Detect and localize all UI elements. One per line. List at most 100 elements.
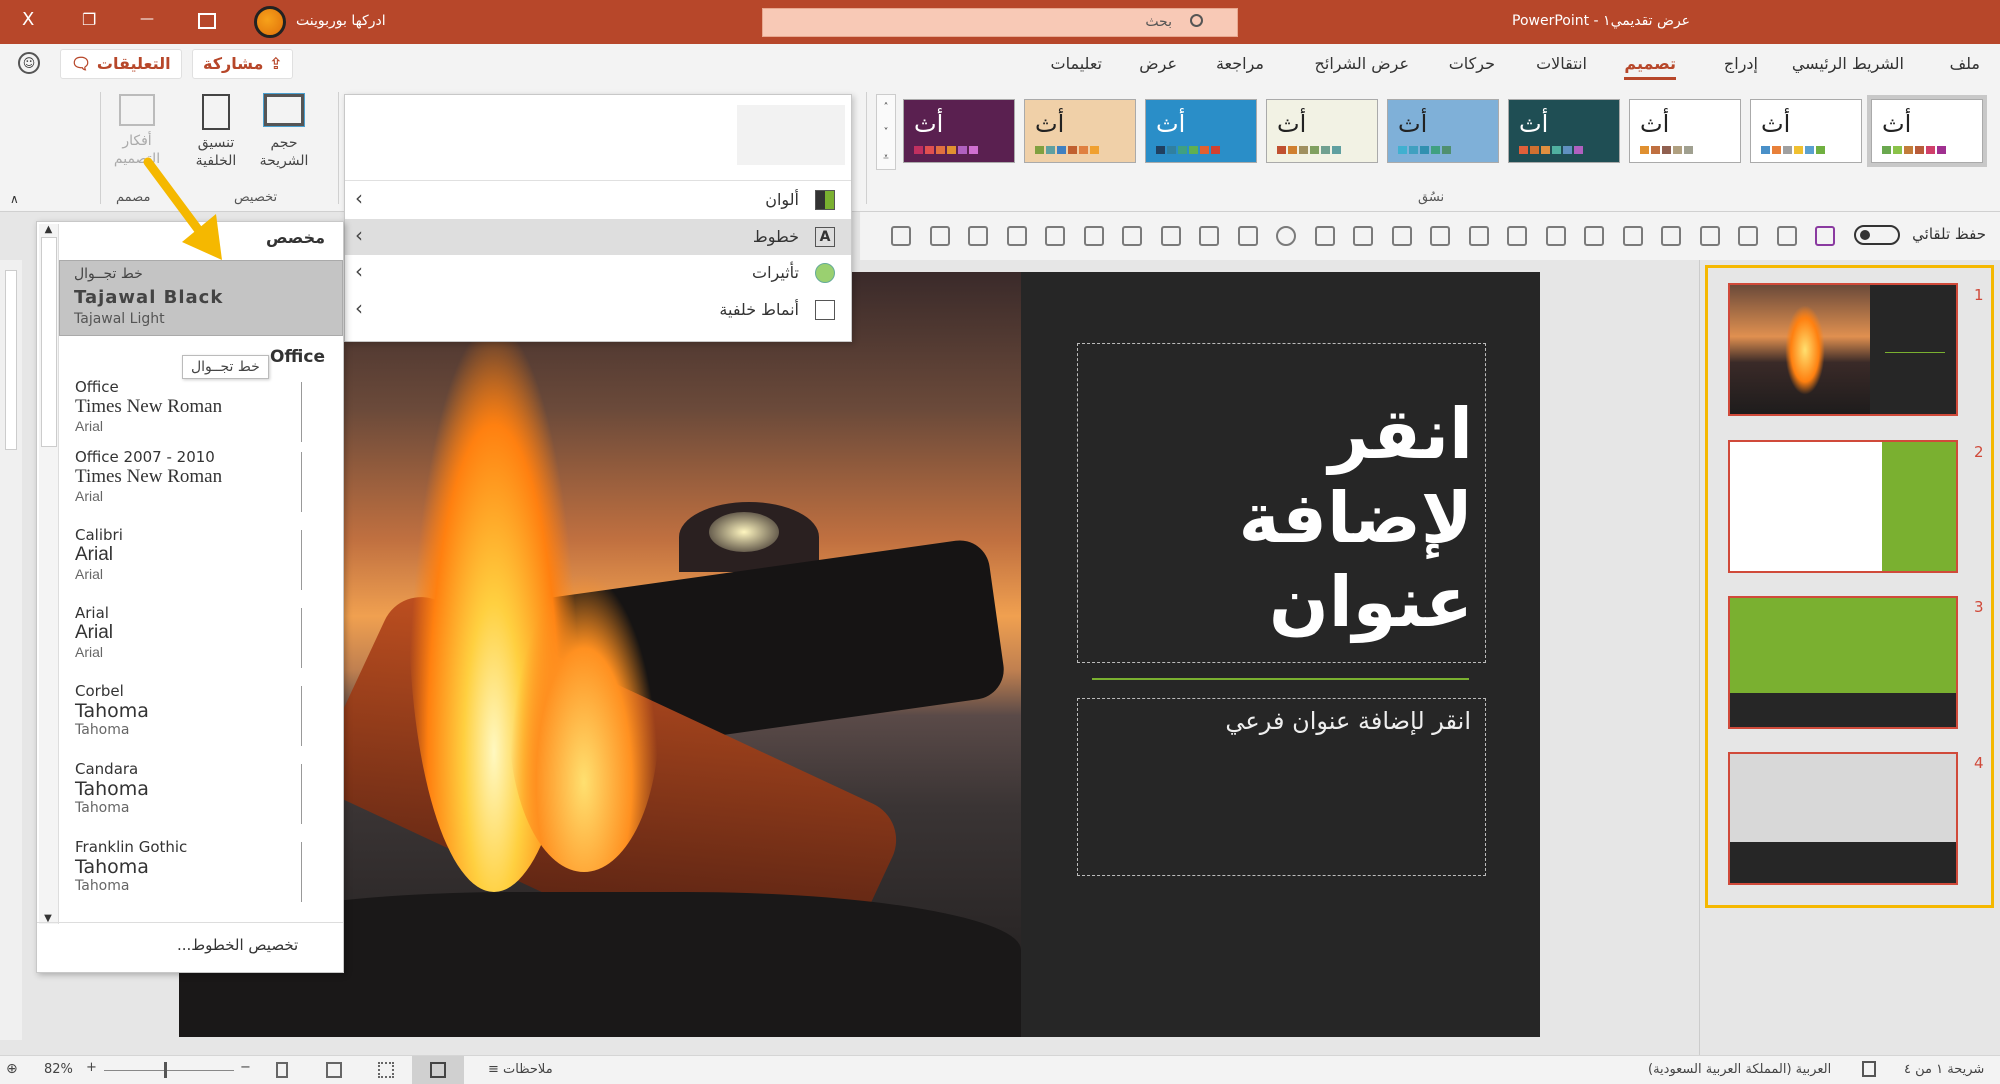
tab-review[interactable]: مراجعة xyxy=(1216,54,1264,73)
shapes-icon[interactable] xyxy=(1160,226,1181,246)
highlighter-icon[interactable] xyxy=(1045,226,1065,246)
comments-button[interactable]: التعليقات 🗨 xyxy=(60,49,182,79)
zoom-in-icon[interactable]: + xyxy=(86,1060,97,1075)
collapse-ribbon-icon[interactable]: ∧ xyxy=(10,192,19,206)
slide-size-button[interactable]: حجم الشريحة xyxy=(250,93,318,170)
send-backward-icon[interactable] xyxy=(1507,226,1527,246)
font-item[interactable]: Arial Arial Arial xyxy=(75,604,302,678)
reading-view-icon[interactable] xyxy=(326,1062,342,1078)
ribbon-display-icon[interactable] xyxy=(198,13,216,29)
close-button[interactable]: X xyxy=(22,9,34,30)
tab-view[interactable]: عرض xyxy=(1139,54,1177,73)
tab-help[interactable]: تعليمات xyxy=(1051,54,1102,73)
theme-thumbnail[interactable]: أث xyxy=(1145,99,1257,163)
scroll-up-icon[interactable]: ▲ xyxy=(39,224,58,235)
font-item[interactable]: Office 2007 - 2010 Times New Roman Arial xyxy=(75,448,302,522)
tab-slideshow[interactable]: عرض الشرائح xyxy=(1315,54,1409,73)
rectangle-icon[interactable] xyxy=(1237,226,1258,246)
scrollbar-thumb[interactable] xyxy=(40,237,57,447)
font-item[interactable]: Franklin Gothic Tahoma Tahoma xyxy=(75,838,302,912)
zoom-slider[interactable] xyxy=(104,1070,234,1071)
insert-icon[interactable] xyxy=(929,226,950,246)
color-swatch xyxy=(1068,146,1077,154)
theme-thumbnail[interactable]: أث xyxy=(1024,99,1136,163)
feedback-smiley-icon[interactable]: ☺ xyxy=(18,52,40,74)
menu-item-colors[interactable]: ‹ ألوان xyxy=(345,182,851,218)
theme-thumbnail[interactable]: أث xyxy=(1750,99,1862,163)
gallery-scroll[interactable]: ˄ ˅ ⩡ xyxy=(876,94,896,170)
slide-thumbnail-1[interactable] xyxy=(1728,283,1958,416)
theme-thumbnail[interactable]: أث xyxy=(1867,95,1987,167)
avatar[interactable] xyxy=(254,6,286,38)
autosave-toggle[interactable] xyxy=(1854,225,1900,245)
slide-canvas[interactable]: انقر لإضافة عنوان انقر لإضافة عنوان فرعي xyxy=(179,272,1540,1037)
fonts-scrollbar[interactable]: ▲ ▼ xyxy=(39,224,59,924)
slide-thumbnail-2[interactable] xyxy=(1728,440,1958,573)
theme-thumbnail[interactable]: أث xyxy=(1508,99,1620,163)
eraser-icon[interactable] xyxy=(1122,226,1142,246)
save-icon[interactable] xyxy=(1815,226,1835,246)
pencil-icon[interactable] xyxy=(1006,226,1027,246)
normal-view-button[interactable] xyxy=(412,1056,464,1084)
format-painter-icon[interactable] xyxy=(1622,226,1643,246)
oval-icon[interactable] xyxy=(1276,226,1296,246)
picture-icon[interactable] xyxy=(1430,226,1450,246)
theme-thumbnail[interactable]: أث xyxy=(1266,99,1378,163)
fit-slide-icon[interactable]: ⊕ xyxy=(6,1061,18,1077)
textbox-icon[interactable] xyxy=(1353,226,1373,246)
accessibility-icon[interactable] xyxy=(1862,1061,1876,1077)
zoom-out-icon[interactable]: − xyxy=(240,1060,251,1075)
tab-animations[interactable]: حركات xyxy=(1449,54,1495,73)
slide-sorter-icon[interactable] xyxy=(378,1062,394,1078)
duplicate-icon[interactable] xyxy=(1468,226,1489,246)
group-icon[interactable] xyxy=(1584,226,1604,246)
scroll-down-icon[interactable]: ˅ xyxy=(877,120,895,145)
bring-forward-icon[interactable] xyxy=(1545,226,1566,246)
minimize-button[interactable]: — xyxy=(140,11,154,27)
notes-button[interactable]: ملاحظات ≡ xyxy=(488,1062,553,1077)
slideshow-view-icon[interactable] xyxy=(276,1062,288,1078)
variants-menu: ‹ ألوان ‹ A خطوط ‹ تأثيرات ‹ أنماط خلفية xyxy=(344,94,852,342)
zoom-level[interactable]: 82% xyxy=(44,1062,73,1077)
font-item-custom[interactable]: خط تجــوال Tajawal Black Tajawal Light xyxy=(59,260,343,336)
tab-home[interactable]: الشريط الرئيسي xyxy=(1792,54,1904,73)
rounded-rectangle-icon[interactable] xyxy=(1199,226,1219,246)
title-placeholder[interactable]: انقر لإضافة عنوان xyxy=(1077,343,1486,663)
subtitle-placeholder[interactable]: انقر لإضافة عنوان فرعي xyxy=(1077,698,1486,876)
restore-button[interactable]: ❐ xyxy=(82,10,96,29)
vertical-scrollbar[interactable] xyxy=(0,260,22,1040)
redo-icon[interactable] xyxy=(1776,226,1797,246)
scroll-up-icon[interactable]: ˄ xyxy=(877,95,895,120)
undo-icon[interactable] xyxy=(1738,226,1758,246)
menu-item-fonts[interactable]: ‹ A خطوط xyxy=(345,219,851,255)
slide-thumbnail-4[interactable] xyxy=(1728,752,1958,885)
tab-insert[interactable]: إدراج xyxy=(1724,54,1758,73)
scrollbar-thumb[interactable] xyxy=(5,270,17,450)
share-button[interactable]: ⇪ مشاركة xyxy=(192,49,294,79)
pen-icon[interactable] xyxy=(968,226,988,246)
tab-design[interactable]: تصميم xyxy=(1624,54,1676,80)
arrange-icon[interactable] xyxy=(1699,226,1720,246)
tab-file[interactable]: ملف xyxy=(1950,54,1980,73)
font-item[interactable]: Candara Tahoma Tahoma xyxy=(75,760,302,834)
rotate-icon[interactable] xyxy=(1391,226,1412,246)
font-item[interactable]: Calibri Arial Arial xyxy=(75,526,302,600)
eraser-icon[interactable] xyxy=(1083,226,1104,246)
arrow-icon[interactable] xyxy=(891,226,911,246)
font-item[interactable]: Corbel Tahoma Tahoma xyxy=(75,682,302,756)
tab-transitions[interactable]: انتقالات xyxy=(1536,54,1587,73)
theme-thumbnail[interactable]: أث xyxy=(903,99,1015,163)
language-indicator[interactable]: العربية (المملكة العربية السعودية) xyxy=(1648,1062,1831,1077)
search-input[interactable]: بحث xyxy=(762,8,1238,37)
align-icon[interactable] xyxy=(1661,226,1681,246)
zoom-slider-thumb[interactable] xyxy=(164,1062,167,1078)
pen-icon[interactable] xyxy=(1314,226,1335,246)
customize-fonts-button[interactable]: تخصيص الخطوط... xyxy=(177,936,298,954)
theme-thumbnail[interactable]: أث xyxy=(1629,99,1741,163)
theme-thumbnail[interactable]: أث xyxy=(1387,99,1499,163)
slide-thumbnail-3[interactable] xyxy=(1728,596,1958,729)
more-icon[interactable]: ⩡ xyxy=(877,145,895,170)
font-item[interactable]: Office Times New Roman Arial xyxy=(75,378,302,452)
menu-item-background-styles[interactable]: ‹ أنماط خلفية xyxy=(345,292,851,328)
menu-item-effects[interactable]: ‹ تأثيرات xyxy=(345,255,851,291)
